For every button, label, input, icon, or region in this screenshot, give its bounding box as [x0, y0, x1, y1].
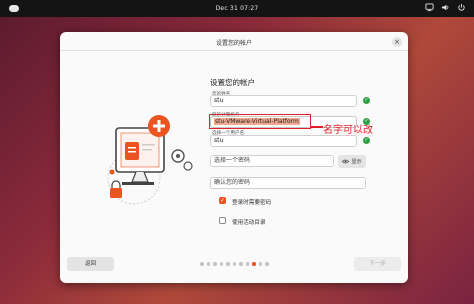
volume-icon[interactable] — [441, 3, 450, 12]
page-dot — [200, 262, 204, 266]
page-dot — [232, 262, 236, 266]
page-dot — [258, 262, 262, 266]
page-dot — [265, 262, 269, 266]
annotation-connector — [311, 126, 323, 128]
power-icon[interactable] — [457, 3, 466, 12]
eye-icon — [342, 159, 350, 164]
name-valid-check-icon: ✓ — [363, 97, 370, 104]
top-bar: Dec 31 07:27 — [0, 0, 474, 17]
back-button[interactable]: 返回 — [67, 257, 114, 271]
show-password-button[interactable]: 显示 — [338, 155, 366, 168]
next-button[interactable]: 下一步 — [354, 257, 401, 271]
annotation-text: 名字可以改 — [323, 125, 373, 136]
username-input[interactable]: stu — [210, 135, 357, 147]
page-dot — [226, 262, 230, 266]
username-valid-check-icon: ✓ — [363, 137, 370, 144]
title-divider — [60, 50, 408, 51]
password-placeholder: 选择一个密码 — [214, 157, 251, 164]
password-input[interactable]: 选择一个密码 — [210, 155, 334, 167]
system-tray[interactable] — [425, 3, 466, 12]
close-button[interactable]: × — [392, 37, 402, 47]
name-value: stu — [214, 97, 224, 104]
confirm-password-input[interactable]: 确认您的密码 — [210, 177, 366, 189]
confirm-password-placeholder: 确认您的密码 — [214, 179, 251, 186]
page-dot — [213, 262, 217, 266]
account-illustration — [107, 115, 193, 205]
page-dot — [239, 262, 243, 266]
setup-account-dialog: 设置您的帐户 × 设置您的帐户 您的姓名 stu ✓ 您的计算机名 stu-VM… — [60, 32, 408, 283]
show-password-label: 显示 — [351, 159, 362, 165]
page-dot — [206, 262, 210, 266]
username-value: stu — [214, 137, 224, 144]
require-password-label: 登录时需要密码 — [232, 199, 272, 206]
name-input[interactable]: stu — [210, 95, 357, 107]
form-heading: 设置您的帐户 — [210, 78, 255, 87]
dialog-title: 设置您的帐户 — [215, 40, 252, 47]
clock[interactable]: Dec 31 07:27 — [0, 5, 474, 12]
page-dot — [252, 262, 256, 266]
page-dot — [245, 262, 249, 266]
require-password-checkbox[interactable]: ✓ — [219, 197, 226, 204]
network-icon[interactable] — [425, 3, 434, 12]
page-dot — [219, 262, 223, 266]
annotation-highlight-box — [209, 114, 311, 129]
page-indicator — [200, 262, 269, 266]
active-directory-checkbox[interactable] — [219, 217, 226, 224]
active-directory-label: 使用活动目录 — [232, 219, 266, 226]
